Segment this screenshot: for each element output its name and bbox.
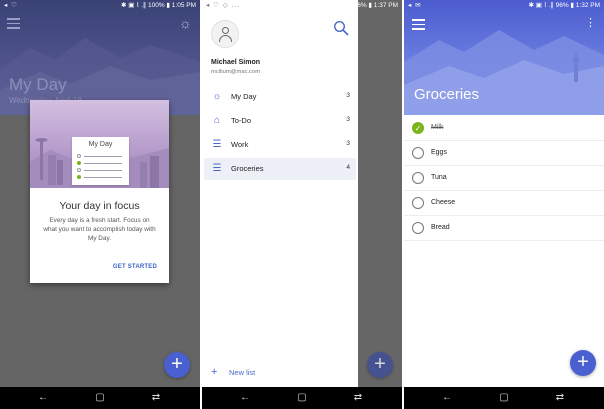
home-icon[interactable]: ▢ <box>295 391 309 405</box>
back-icon[interactable]: ← <box>238 391 252 405</box>
recents-icon[interactable]: ⇄ <box>149 391 163 405</box>
add-task-fab[interactable]: + <box>164 352 190 378</box>
preview-row <box>77 168 123 172</box>
nav-item-to-do[interactable]: ⌂ To-Do 3 <box>204 110 356 132</box>
list-title: Groceries <box>414 86 480 103</box>
back-icon[interactable]: ← <box>440 391 454 405</box>
onboarding-dialog: My Day Your day in focus Every day is a … <box>30 100 169 283</box>
task-item-eggs[interactable]: Eggs <box>404 141 604 166</box>
list-icon: ☰ <box>212 163 222 174</box>
more-options-icon[interactable]: ⋮ <box>585 17 596 29</box>
task-label: Milk <box>431 124 444 131</box>
task-item-milk[interactable]: ✓ Milk <box>404 116 604 141</box>
task-item-tuna[interactable]: Tuna <box>404 166 604 191</box>
task-label: Eggs <box>431 149 447 156</box>
nav-item-work[interactable]: ☰ Work 3 <box>204 134 356 156</box>
add-task-fab[interactable]: + <box>570 350 596 376</box>
user-email: mcilium@mac.com <box>211 69 261 75</box>
status-left-icons: ◂ ♡ ◇ ... <box>206 2 240 9</box>
dialog-illustration: My Day <box>30 100 169 188</box>
task-label: Cheese <box>431 199 456 206</box>
android-nav-bar: ← ▢ ⇄ <box>202 387 402 409</box>
back-icon[interactable]: ← <box>36 391 50 405</box>
new-list-button[interactable]: + New list <box>211 366 351 380</box>
sun-icon: ☼ <box>212 91 222 102</box>
search-icon[interactable] <box>333 20 349 36</box>
circle-checkbox-icon[interactable] <box>412 147 424 159</box>
nav-item-label: Work <box>231 140 249 149</box>
avatar[interactable] <box>211 20 239 48</box>
nav-item-label: To-Do <box>231 116 252 125</box>
status-left-icons: ◂ ♡ <box>4 2 18 9</box>
home-icon[interactable]: ▢ <box>93 391 107 405</box>
task-item-cheese[interactable]: Cheese <box>404 191 604 216</box>
navigation-drawer: Michael Simon mcilium@mac.com ☼ My Day 3… <box>202 0 358 387</box>
status-bar: ◂ ✉ ✱ ▣ ⌇ .∥ 96% ▮ 1:32 PM <box>404 0 604 12</box>
nav-item-count: 4 <box>346 164 350 171</box>
hamburger-icon[interactable] <box>7 18 20 29</box>
nav-item-count: 3 <box>346 140 350 147</box>
circle-checkbox-icon[interactable] <box>412 172 424 184</box>
android-nav-bar: ← ▢ ⇄ <box>404 387 604 409</box>
page-title: My Day <box>9 75 67 94</box>
phone-screen-drawer: ◂ ♡ ◇ ... ✱ ▣ ⌇ .∥ 96% ▮ 1:37 PM Michael… <box>202 0 402 409</box>
home-icon: ⌂ <box>213 115 221 126</box>
status-bar: ◂ ♡ ✱ ▣ ⌇ .∥ 100% ▮ 1:05 PM <box>0 0 200 12</box>
checkmark-icon[interactable]: ✓ <box>412 122 424 134</box>
preview-row <box>77 161 123 165</box>
nav-item-label: My Day <box>231 92 257 101</box>
nav-item-groceries[interactable]: ☰ Groceries 4 <box>204 158 356 180</box>
circle-checkbox-icon[interactable] <box>412 222 424 234</box>
my-day-preview-card: My Day <box>72 137 129 185</box>
user-name: Michael Simon <box>211 59 261 66</box>
nav-item-label: Groceries <box>231 164 264 173</box>
recents-icon[interactable]: ⇄ <box>553 391 567 405</box>
add-task-fab[interactable]: + <box>367 352 393 378</box>
preview-row <box>77 175 123 179</box>
circle-checkbox-icon[interactable] <box>412 197 424 209</box>
list-icon: ☰ <box>212 139 222 150</box>
sun-icon[interactable]: ☼ <box>179 16 193 30</box>
status-right: ✱ ▣ ⌇ .∥ 100% ▮ 1:05 PM <box>120 2 196 9</box>
status-right: ✱ ▣ ⌇ .∥ 96% ▮ 1:32 PM <box>528 2 600 9</box>
android-nav-bar: ← ▢ ⇄ <box>0 387 200 409</box>
home-icon[interactable]: ▢ <box>497 391 511 405</box>
preview-row <box>77 154 123 158</box>
phone-screen-my-day: ◂ ♡ ✱ ▣ ⌇ .∥ 100% ▮ 1:05 PM ☼ My Day Wed… <box>0 0 200 409</box>
dialog-body: Every day is a fresh start. Focus on wha… <box>43 217 156 242</box>
task-label: Bread <box>431 224 450 231</box>
dialog-heading: Your day in focus <box>59 200 140 212</box>
preview-card-title: My Day <box>88 141 113 148</box>
nav-item-count: 3 <box>346 116 350 123</box>
get-started-button[interactable]: GET STARTED <box>113 264 157 270</box>
task-label: Tuna <box>431 174 447 181</box>
nav-item-count: 3 <box>346 92 350 99</box>
hamburger-icon[interactable] <box>412 19 425 30</box>
plus-icon: + <box>211 366 218 378</box>
phone-screen-groceries: ◂ ✉ ✱ ▣ ⌇ .∥ 96% ▮ 1:32 PM ⋮ Groceries ✓… <box>404 0 604 409</box>
nav-item-my-day[interactable]: ☼ My Day 3 <box>204 86 356 108</box>
task-item-bread[interactable]: Bread <box>404 216 604 241</box>
status-right: ✱ ▣ ⌇ .∥ 96% ▮ 1:37 PM <box>326 2 398 9</box>
new-list-label: New list <box>229 368 256 377</box>
status-left-icons: ◂ ✉ <box>408 2 422 9</box>
status-bar: ◂ ♡ ◇ ... ✱ ▣ ⌇ .∥ 96% ▮ 1:37 PM <box>202 0 402 12</box>
recents-icon[interactable]: ⇄ <box>351 391 365 405</box>
